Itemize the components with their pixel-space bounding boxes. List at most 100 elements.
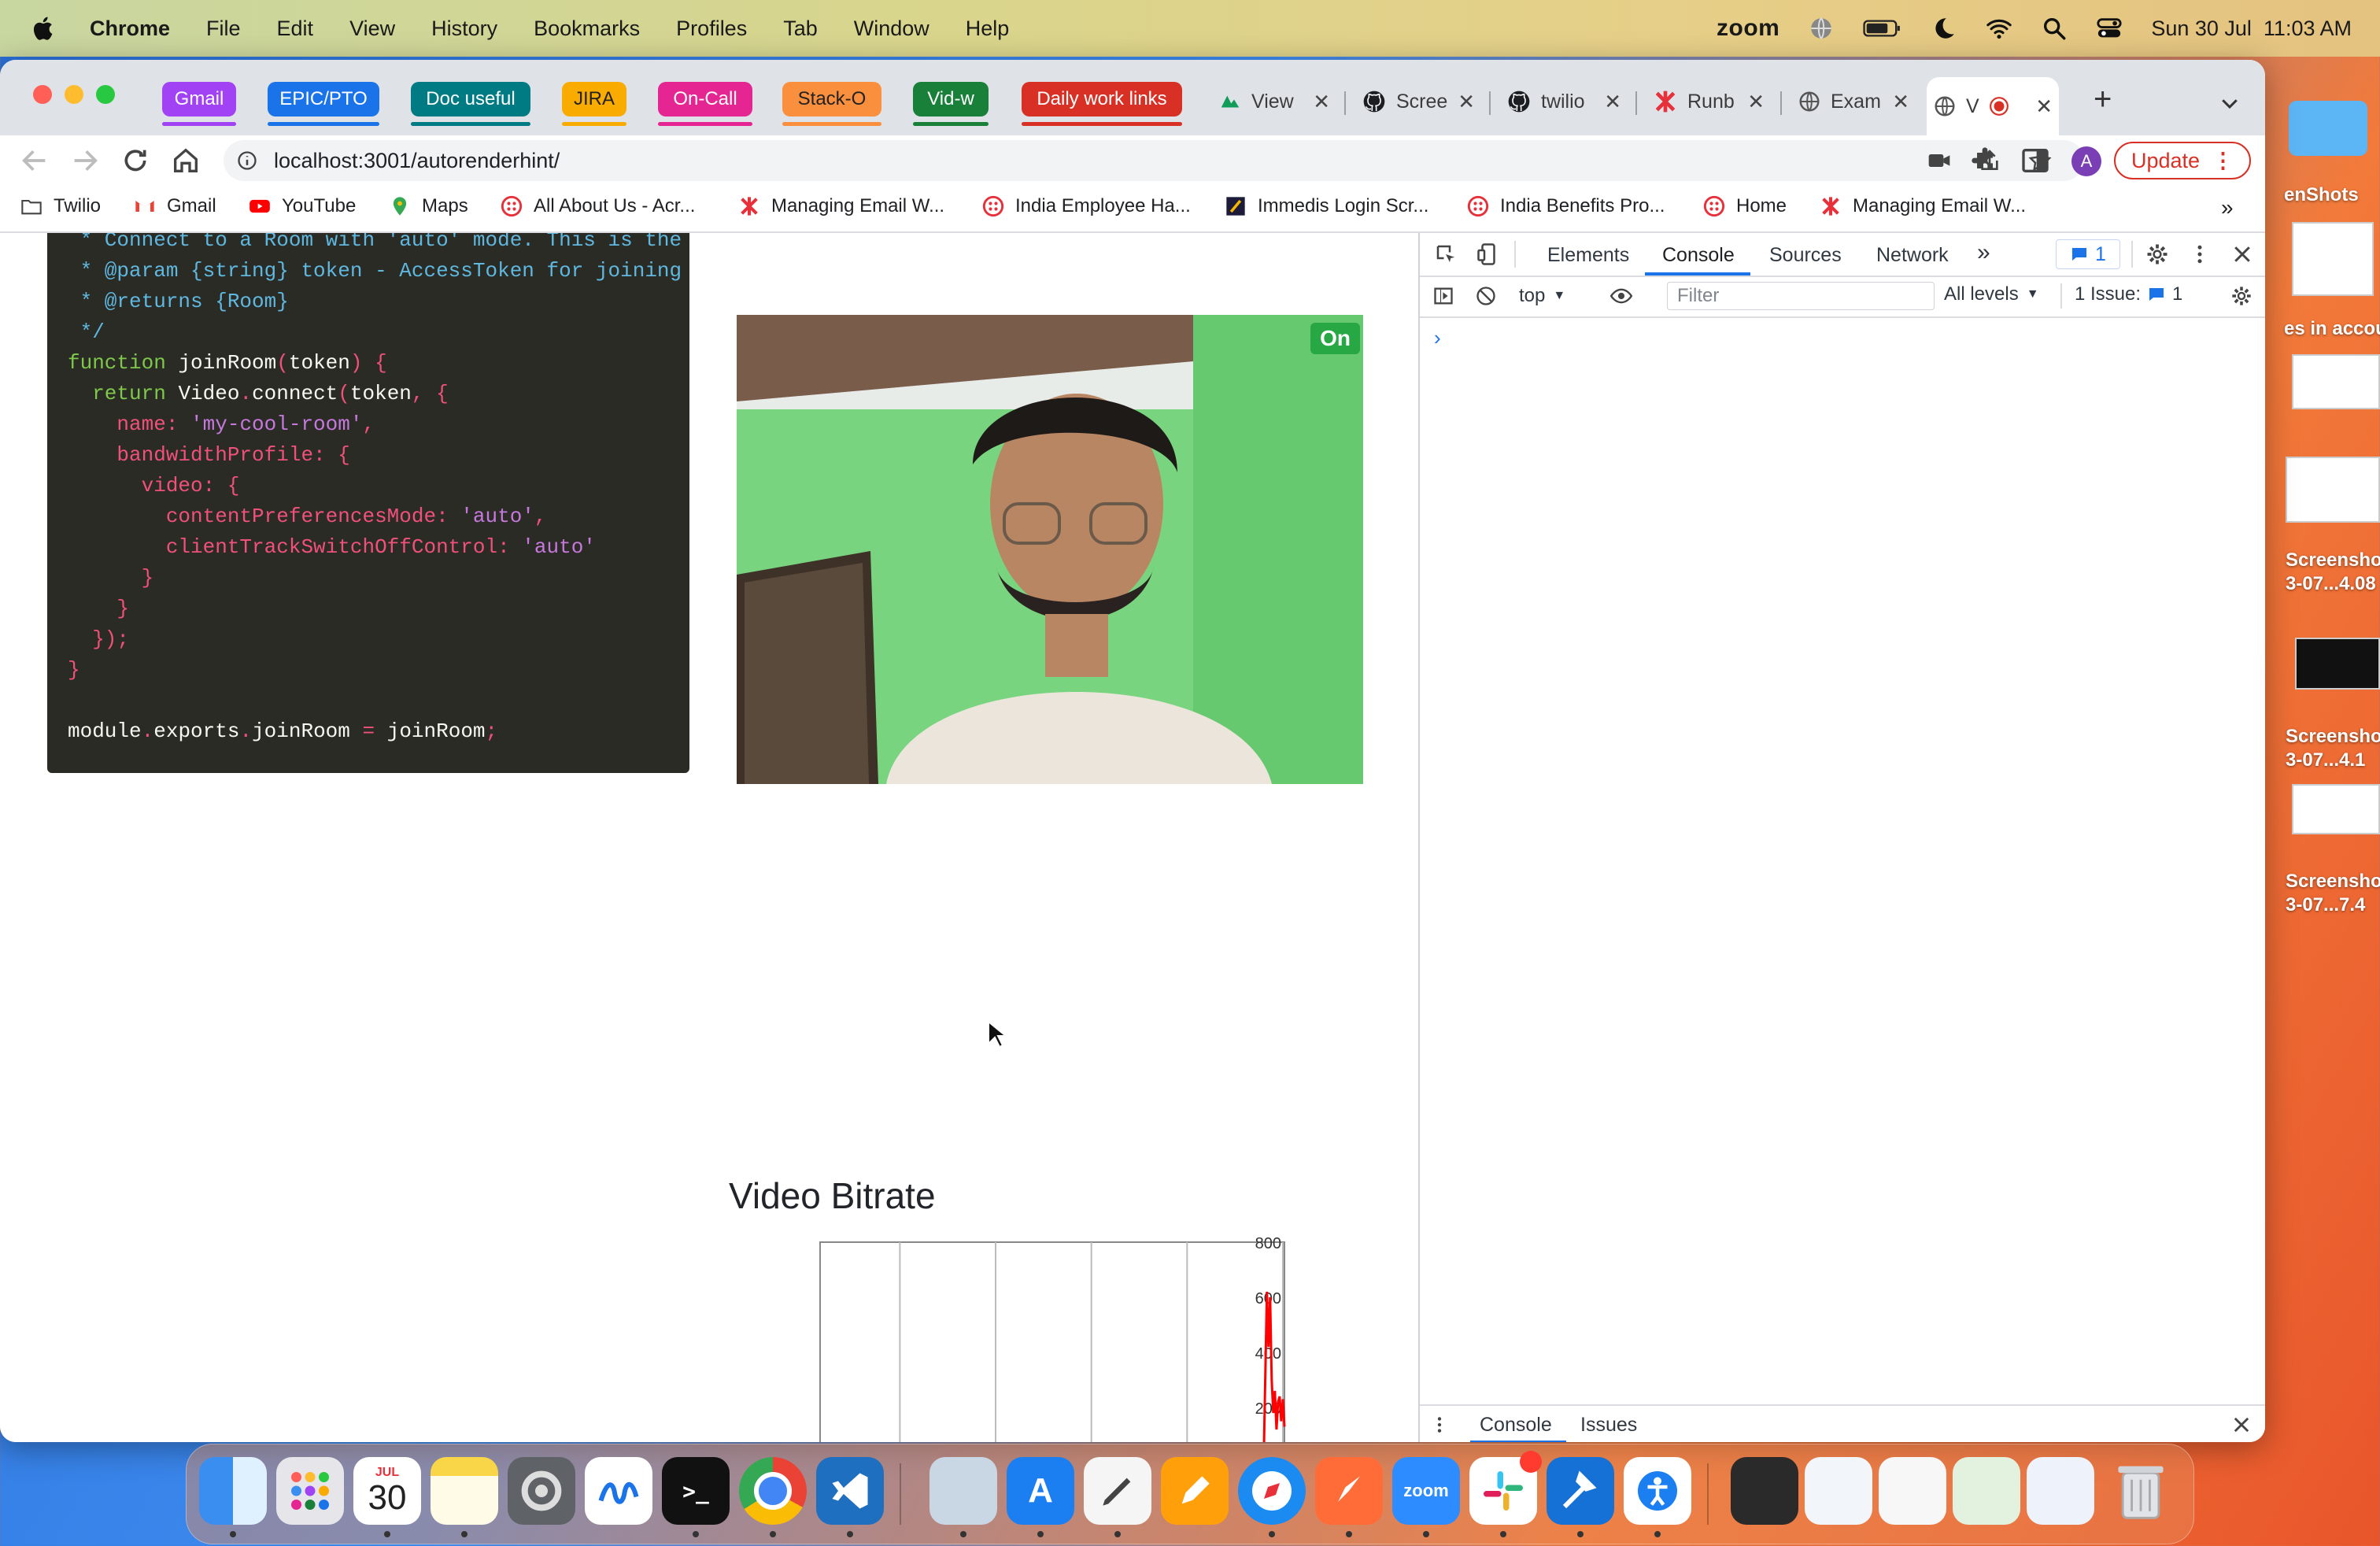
- devtools-tab-network[interactable]: Network: [1876, 244, 1949, 267]
- dock-launchpad-icon[interactable]: [276, 1457, 344, 1525]
- console-settings-gear-icon[interactable]: [2230, 285, 2252, 307]
- tab-close-icon[interactable]: ✕: [1458, 90, 1475, 114]
- menu-help[interactable]: Help: [966, 17, 1010, 41]
- tab-example[interactable]: Exam ✕: [1791, 80, 1916, 123]
- drawer-tab-console[interactable]: Console: [1480, 1414, 1552, 1437]
- new-tab-button[interactable]: +: [2094, 82, 2112, 117]
- dock-calendar-icon[interactable]: JUL 30: [353, 1457, 421, 1525]
- apple-icon[interactable]: [30, 14, 58, 43]
- dock-app-store-icon[interactable]: A: [1007, 1457, 1074, 1525]
- desktop-label[interactable]: 3-07...7.4: [2286, 894, 2365, 916]
- desktop-screenshot-thumb[interactable]: [2295, 638, 2380, 690]
- dock-pages-icon[interactable]: [1161, 1457, 1229, 1525]
- bookmark-gmail[interactable]: Gmail: [134, 195, 216, 217]
- extensions-puzzle-icon[interactable]: [1969, 145, 2001, 176]
- menu-history[interactable]: History: [431, 17, 497, 41]
- dock-trash-icon[interactable]: [2107, 1457, 2175, 1525]
- wifi-icon[interactable]: [1986, 15, 2012, 42]
- devtools-more-tabs-icon[interactable]: »: [1977, 239, 1990, 266]
- menu-file[interactable]: File: [206, 17, 241, 41]
- bookmark-india-employee[interactable]: India Employee Ha...: [982, 195, 1191, 217]
- desktop-screenshot-thumb[interactable]: [2292, 354, 2380, 409]
- bookmark-twilio[interactable]: Twilio: [20, 195, 101, 217]
- console-context-selector[interactable]: top ▼: [1519, 283, 1587, 309]
- dock-freeform-icon[interactable]: [585, 1457, 652, 1525]
- desktop-label[interactable]: Screensho: [2286, 871, 2380, 893]
- desktop-label[interactable]: es in accou: [2284, 318, 2380, 340]
- tab-twilio[interactable]: twilio ✕: [1500, 80, 1628, 123]
- window-zoom-button[interactable]: [96, 85, 115, 104]
- tab-group-vid-w[interactable]: Vid-w: [913, 82, 989, 126]
- menu-view[interactable]: View: [349, 17, 395, 41]
- dock-safari-icon[interactable]: [1238, 1457, 1306, 1525]
- log-levels-dropdown[interactable]: All levels ▼: [1944, 283, 2039, 305]
- dock-terminal-icon[interactable]: >_: [662, 1457, 730, 1525]
- bookmark-immedis[interactable]: Immedis Login Scr...: [1225, 195, 1428, 217]
- bookmark-all-about-us[interactable]: All About Us - Acr...: [501, 195, 695, 217]
- tab-group-jira[interactable]: JIRA: [562, 82, 626, 126]
- tab-group-stack-o[interactable]: Stack-O: [782, 82, 881, 126]
- dock-finder-icon[interactable]: [199, 1457, 267, 1525]
- drawer-close-icon[interactable]: [2230, 1414, 2252, 1436]
- back-arrow-icon[interactable]: [19, 145, 50, 176]
- devtools-close-icon[interactable]: [2230, 242, 2254, 266]
- home-icon[interactable]: [170, 145, 201, 176]
- tab-close-icon[interactable]: ✕: [1313, 90, 1330, 114]
- devtools-tab-sources[interactable]: Sources: [1769, 244, 1842, 267]
- desktop-folder-icon[interactable]: [2289, 101, 2367, 156]
- tab-group-epic-pto[interactable]: EPIC/PTO: [268, 82, 379, 126]
- do-not-disturb-icon[interactable]: [1931, 15, 1957, 42]
- devtools-tab-console[interactable]: Console: [1662, 244, 1735, 267]
- menu-window[interactable]: Window: [854, 17, 929, 41]
- control-center-icon[interactable]: [2096, 15, 2123, 42]
- zoom-status-item[interactable]: zoom: [1717, 15, 1779, 42]
- camera-in-use-icon[interactable]: [1927, 148, 1952, 173]
- desktop-screenshot-thumb[interactable]: [2292, 784, 2380, 834]
- tab-group-doc-useful[interactable]: Doc useful: [411, 82, 530, 126]
- tab-close-icon[interactable]: ✕: [1747, 90, 1765, 114]
- site-info-icon[interactable]: [236, 150, 258, 172]
- address-url[interactable]: localhost:3001/autorenderhint/: [274, 149, 560, 173]
- dock-chrome-icon[interactable]: [739, 1457, 807, 1525]
- tab-video-active[interactable]: V ✕: [1927, 77, 2059, 135]
- globe-icon[interactable]: [1808, 15, 1835, 42]
- window-minimize-button[interactable]: [65, 85, 83, 104]
- drawer-kebab-menu-icon[interactable]: [1429, 1414, 1450, 1436]
- dock-zoom-icon[interactable]: zoom: [1392, 1457, 1460, 1525]
- tab-runbook[interactable]: Runb ✕: [1646, 80, 1771, 123]
- update-button[interactable]: Update ⋮: [2114, 142, 2251, 179]
- devtools-messages-badge[interactable]: 1: [2056, 239, 2120, 269]
- dock-accessibility-inspector-icon[interactable]: [1624, 1457, 1691, 1525]
- devtools-kebab-menu-icon[interactable]: [2188, 242, 2212, 266]
- tab-group-gmail[interactable]: Gmail: [162, 82, 236, 126]
- dock-vscode-icon[interactable]: [816, 1457, 884, 1525]
- inspect-element-icon[interactable]: [1434, 242, 1458, 266]
- dock-minimized-window[interactable]: [2027, 1457, 2094, 1525]
- desktop-label[interactable]: 3-07...4.08: [2286, 573, 2376, 595]
- tab-group-daily-work-links[interactable]: Daily work links: [1022, 82, 1182, 126]
- menu-edit[interactable]: Edit: [277, 17, 314, 41]
- tab-close-icon[interactable]: ✕: [2035, 94, 2053, 119]
- desktop-label[interactable]: Screenshot: [2286, 549, 2380, 571]
- dock-xcode-icon[interactable]: [1547, 1457, 1614, 1525]
- forward-arrow-icon[interactable]: [69, 145, 101, 176]
- desktop-label[interactable]: 3-07...4.1: [2286, 749, 2365, 771]
- dock-slack-icon[interactable]: [1469, 1451, 1542, 1525]
- bookmark-maps[interactable]: Maps: [389, 195, 468, 217]
- dock-preview-icon[interactable]: [929, 1457, 997, 1525]
- tab-view[interactable]: View ✕: [1212, 80, 1336, 123]
- dock-minimized-window[interactable]: [1953, 1457, 2020, 1525]
- reload-icon[interactable]: [120, 145, 151, 176]
- dock-textedit-icon[interactable]: [1084, 1457, 1151, 1525]
- devtools-tab-elements[interactable]: Elements: [1547, 244, 1629, 267]
- console-filter-input[interactable]: Filter: [1667, 282, 1935, 310]
- bookmark-managing-email-1[interactable]: Managing Email W...: [738, 195, 944, 217]
- drawer-tab-issues[interactable]: Issues: [1580, 1414, 1637, 1437]
- address-bar[interactable]: localhost:3001/autorenderhint/: [224, 140, 2084, 181]
- search-icon[interactable]: [2041, 15, 2068, 42]
- tab-screenshot[interactable]: Scree ✕: [1355, 80, 1481, 123]
- menu-app-name[interactable]: Chrome: [90, 17, 170, 41]
- dock-minimized-window[interactable]: [1805, 1457, 1872, 1525]
- bookmark-youtube[interactable]: YouTube: [249, 195, 356, 217]
- menu-profiles[interactable]: Profiles: [676, 17, 747, 41]
